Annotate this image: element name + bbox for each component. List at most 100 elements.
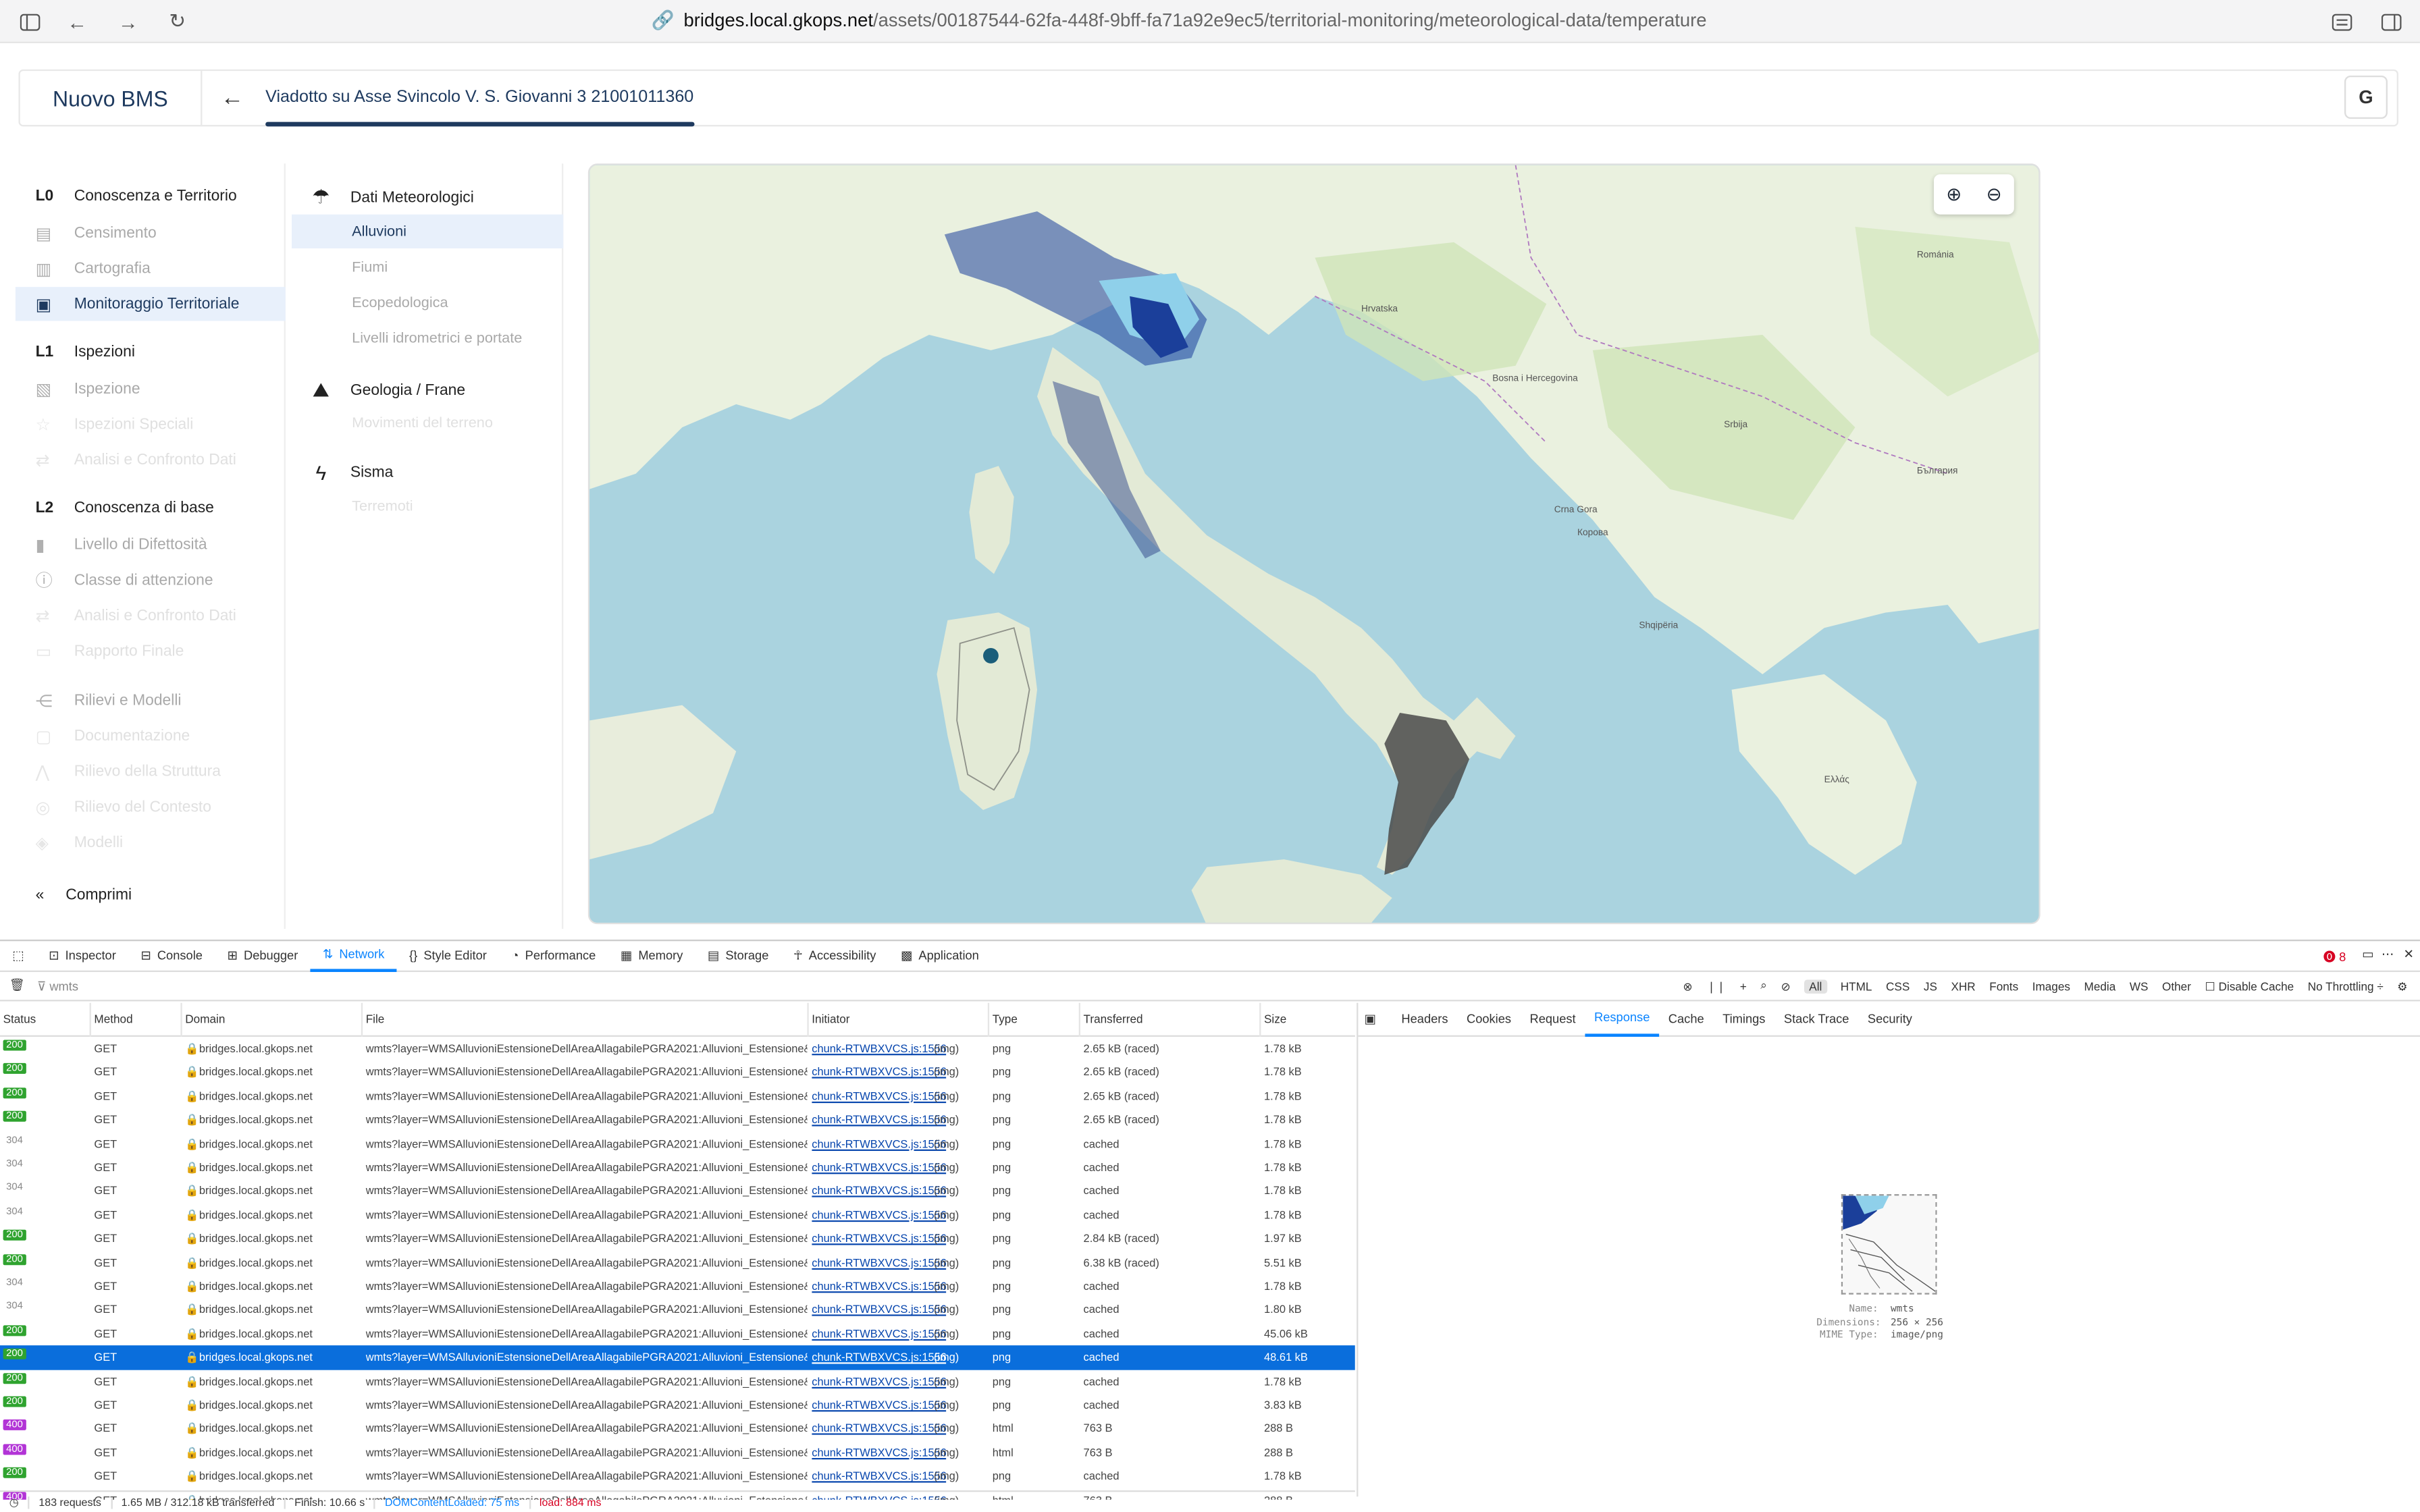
network-request-row[interactable]: 400 GET 🔒bridges.local.gkops.net wmts?layer… <box>0 1440 1355 1464</box>
flood-map[interactable]: Bosna i Hercegovina Crna Gora Srbija Shq… <box>587 163 2041 925</box>
responsive-icon[interactable]: ▭ <box>2362 947 2373 961</box>
submenu-group-header[interactable]: ϟ Sisma <box>310 461 394 484</box>
address-bar[interactable]: 🔗 bridges.local.gkops.net/assets/0018754… <box>652 9 1707 31</box>
initiator-link[interactable]: chunk-RTWBXVCS.js:1556 <box>812 1231 947 1245</box>
user-avatar[interactable]: G <box>2344 75 2388 119</box>
submenu-item[interactable]: Terremoti <box>292 489 563 523</box>
network-request-row[interactable]: 304 GET 🔒 bridges.local.gkops.net wmts?layer… <box>0 1179 1355 1203</box>
close-devtools-icon[interactable]: ✕ <box>2404 947 2414 961</box>
column-header[interactable]: Method <box>94 1012 132 1026</box>
sidebar-item[interactable]: ⇄ Analisi e Confronto Dati <box>16 443 286 477</box>
brand-logo[interactable]: Nuovo BMS <box>20 71 203 126</box>
detail-tab[interactable]: Response <box>1585 1002 1660 1036</box>
add-icon[interactable]: + <box>1740 979 1747 993</box>
sidebar-item[interactable]: ⓘ Classe di attenzione <box>16 563 286 597</box>
filter-url-input[interactable]: ⊽ wmts <box>37 979 78 994</box>
devtools-tab[interactable]: ☥ Accessibility <box>781 940 889 971</box>
type-filter-button[interactable]: CSS <box>1886 979 1910 993</box>
map-canvas[interactable]: Bosna i Hercegovina Crna Gora Srbija Shq… <box>589 165 2041 925</box>
network-request-row[interactable]: 304 GET 🔒 bridges.local.gkops.net wmts?layer… <box>0 1156 1355 1179</box>
search-icon[interactable]: ⌕ <box>1760 978 1767 994</box>
network-request-row[interactable]: 200 GET 🔒 bridges.local.gkops.net wmts?layer… <box>0 1060 1355 1084</box>
detail-tab[interactable]: Timings <box>1713 1002 1774 1036</box>
column-header[interactable]: Domain <box>185 1012 225 1026</box>
detail-tab[interactable]: Cookies <box>1457 1002 1520 1036</box>
network-request-row[interactable]: 200 GET 🔒 bridges.local.gkops.net wmts?layer… <box>0 1393 1355 1417</box>
initiator-link[interactable]: chunk-RTWBXVCS.js:1556 <box>812 1350 947 1364</box>
submenu-group-header[interactable]: ⛰ Geologia / Frane <box>310 378 465 403</box>
sidebar-item[interactable]: ▧ Ispezione <box>16 372 286 406</box>
devtools-tab[interactable]: ▩ Application <box>889 940 991 971</box>
detail-tab[interactable]: Stack Trace <box>1774 1002 1858 1036</box>
initiator-link[interactable]: chunk-RTWBXVCS.js:1556 <box>812 1137 947 1151</box>
initiator-link[interactable]: chunk-RTWBXVCS.js:1556 <box>812 1042 947 1056</box>
network-request-row[interactable]: 304 GET 🔒 bridges.local.gkops.net wmts?layer… <box>0 1274 1355 1298</box>
type-filter-button[interactable]: Images <box>2032 979 2070 993</box>
pause-icon[interactable]: ❘❘ <box>1706 979 1726 993</box>
network-request-row[interactable]: 200 GET 🔒 bridges.local.gkops.net wmts?layer… <box>0 1108 1355 1132</box>
network-request-row[interactable]: 200 GET 🔒 bridges.local.gkops.net wmts?layer… <box>0 1227 1355 1251</box>
asset-breadcrumb[interactable]: Viadotto su Asse Svincolo V. S. Giovanni… <box>265 88 693 106</box>
type-filter-button[interactable]: Other <box>2162 979 2191 993</box>
sidebar-item[interactable]: ▢ Documentazione <box>16 719 286 753</box>
network-request-row[interactable]: 200 GET 🔒 bridges.local.gkops.net wmts?layer… <box>0 1345 1355 1370</box>
zoom-in-icon[interactable]: ⊕ <box>1946 184 1962 205</box>
type-filter-button[interactable]: Media <box>2084 979 2116 993</box>
initiator-link[interactable]: chunk-RTWBXVCS.js:1556 <box>812 1445 947 1459</box>
initiator-link[interactable]: chunk-RTWBXVCS.js:1556 <box>812 1208 947 1222</box>
devtools-tab[interactable]: ⊟ Console <box>128 940 215 971</box>
zoom-out-icon[interactable]: ⊖ <box>1987 184 2002 205</box>
initiator-link[interactable]: chunk-RTWBXVCS.js:1556 <box>812 1089 947 1103</box>
error-badge[interactable]: ⓿ 8 <box>2323 949 2346 966</box>
collapse-sidebar-button[interactable]: « Comprimi <box>36 887 132 904</box>
initiator-link[interactable]: chunk-RTWBXVCS.js:1556 <box>812 1256 947 1270</box>
column-divider[interactable] <box>89 1002 91 1037</box>
detail-tab[interactable]: Headers <box>1392 1002 1458 1036</box>
sidebar-item[interactable]: ⋀ Rilievo della Struttura <box>16 755 286 788</box>
network-request-row[interactable]: 400 GET 🔒bridges.local.gkops.net wmts?layer… <box>0 1417 1355 1440</box>
column-divider[interactable] <box>1078 1002 1080 1037</box>
network-request-row[interactable]: 304 GET 🔒 bridges.local.gkops.net wmts?layer… <box>0 1203 1355 1226</box>
column-divider[interactable] <box>180 1002 182 1037</box>
initiator-link[interactable]: chunk-RTWBXVCS.js:1556 <box>812 1065 947 1079</box>
forward-icon[interactable]: → <box>115 9 140 34</box>
devtools-tab[interactable]: ▤ Storage <box>695 940 781 971</box>
reader-icon[interactable] <box>2329 9 2354 34</box>
initiator-link[interactable]: chunk-RTWBXVCS.js:1556 <box>812 1160 947 1174</box>
sidebar-item[interactable]: ◈ Modelli <box>16 826 286 859</box>
devtools-tab[interactable]: ⊡ Inspector <box>36 940 128 971</box>
submenu-item[interactable]: Livelli idrometrici e portate <box>292 321 563 354</box>
sidebar-item[interactable]: ▤ Censimento <box>16 216 286 250</box>
initiator-link[interactable]: chunk-RTWBXVCS.js:1556 <box>812 1469 947 1483</box>
column-divider[interactable] <box>361 1002 363 1037</box>
type-filter-button[interactable]: JS <box>1924 979 1937 993</box>
trash-icon[interactable]: 🗑 <box>9 978 25 992</box>
network-request-row[interactable]: 304 GET 🔒 bridges.local.gkops.net wmts?layer… <box>0 1132 1355 1156</box>
submenu-item[interactable]: Ecopedologica <box>292 286 563 319</box>
column-divider[interactable] <box>1259 1002 1261 1037</box>
sidebar-item[interactable]: ▭ Rapporto Finale <box>16 634 286 668</box>
network-request-row[interactable]: 200 GET 🔒 bridges.local.gkops.net wmts?layer… <box>0 1037 1355 1060</box>
pick-element-icon[interactable]: ⬚ <box>0 940 36 971</box>
initiator-link[interactable]: chunk-RTWBXVCS.js:1556 <box>812 1326 947 1341</box>
network-request-row[interactable]: 200 GET 🔒 bridges.local.gkops.net wmts?layer… <box>0 1465 1355 1488</box>
submenu-group-header[interactable]: ☂ Dati Meteorologici <box>310 185 474 210</box>
sidebar-item[interactable]: ⇄ Analisi e Confronto Dati <box>16 599 286 632</box>
type-filter-button[interactable]: XHR <box>1951 979 1975 993</box>
column-header[interactable]: Status <box>3 1012 36 1026</box>
sidebar-item[interactable]: ▮ Livello di Difettosità <box>16 528 286 562</box>
column-divider[interactable] <box>807 1002 809 1037</box>
back-arrow-icon[interactable]: ← <box>221 85 244 111</box>
column-header[interactable]: File <box>366 1012 385 1026</box>
column-header[interactable]: Transferred <box>1084 1012 1143 1026</box>
network-request-row[interactable]: 200 GET 🔒 bridges.local.gkops.net wmts?layer… <box>0 1370 1355 1393</box>
disable-cache-checkbox[interactable]: ☐ Disable Cache <box>2205 979 2294 993</box>
sidebar-toggle-icon[interactable] <box>17 9 42 34</box>
submenu-item[interactable]: Movimenti del terreno <box>292 406 563 439</box>
type-filter-button[interactable]: Fonts <box>1989 979 2018 993</box>
type-filter-button[interactable]: All <box>1804 979 1827 993</box>
devtools-tab[interactable]: ⊞ Debugger <box>215 940 310 971</box>
toggle-pane-icon[interactable]: ▣ <box>1365 1012 1376 1026</box>
sidebar-item[interactable]: ☆ Ispezioni Speciali <box>16 407 286 441</box>
throttling-select[interactable]: No Throttling ÷ <box>2308 979 2384 993</box>
